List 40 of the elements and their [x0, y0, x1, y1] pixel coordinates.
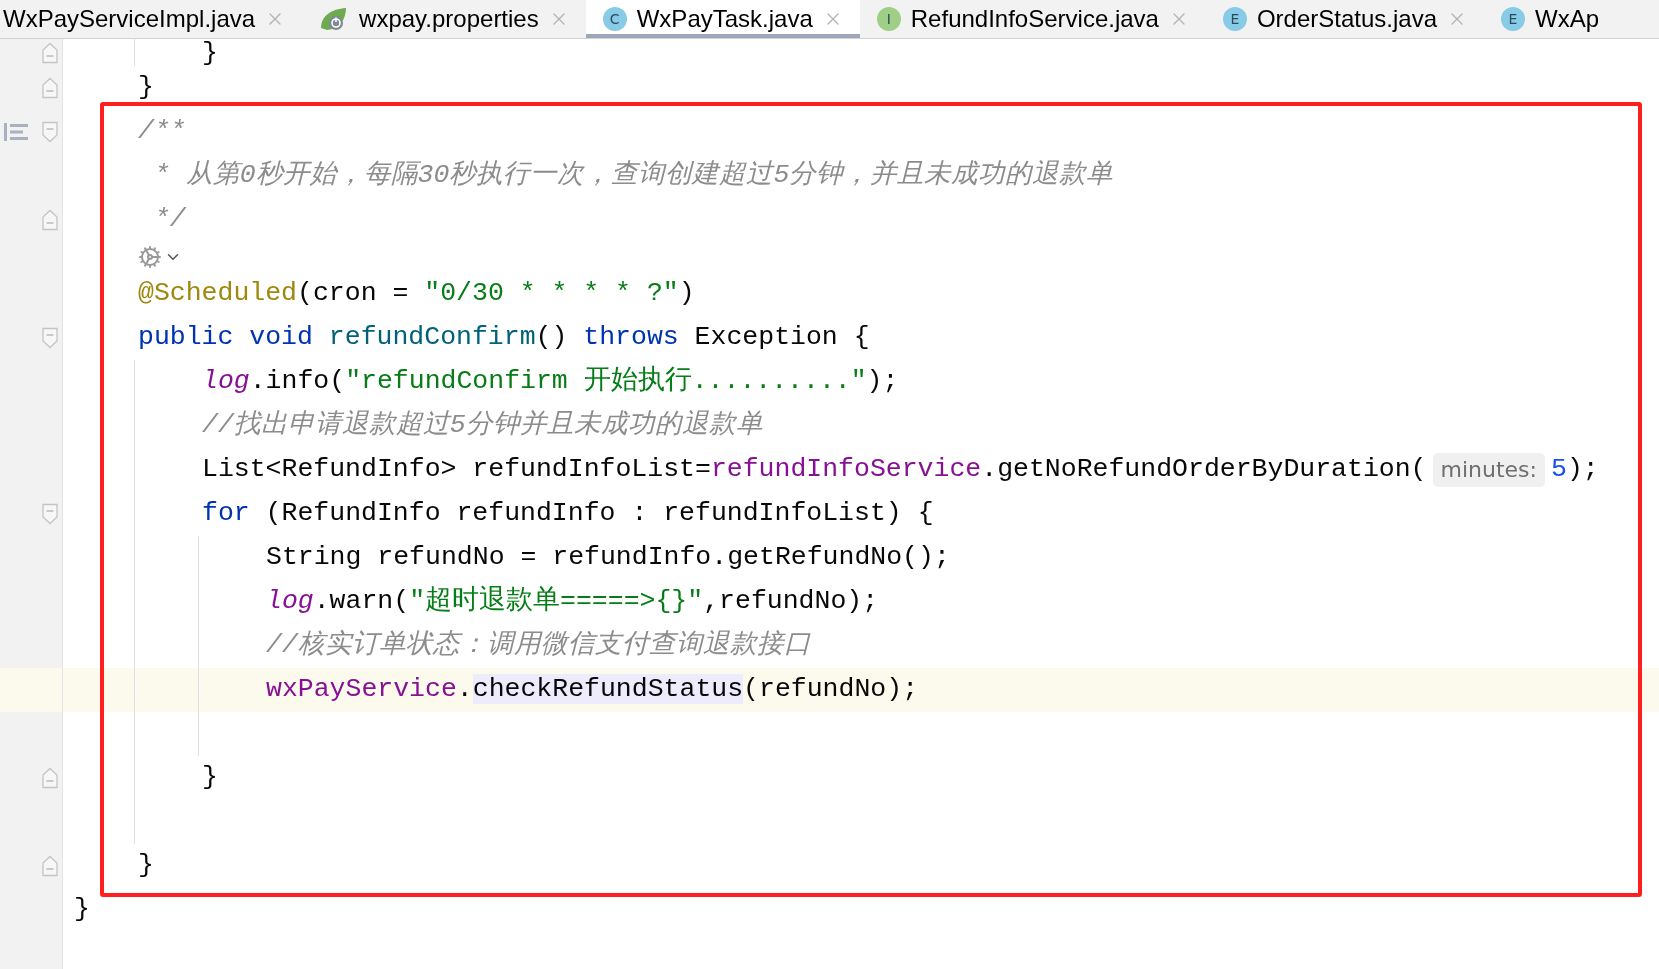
fold-marker-icon[interactable]: [41, 121, 59, 143]
code-line: }: [138, 71, 154, 105]
code-line: */: [152, 203, 186, 237]
code-line: log.warn("超时退款单=====>{}",refundNo);: [266, 584, 879, 619]
editor-tab[interactable]: wxpay.properties: [302, 0, 586, 38]
fold-marker-icon[interactable]: [41, 209, 59, 231]
editor-tab[interactable]: E OrderStatus.java: [1205, 0, 1485, 38]
code-line: * 从第0秒开始，每隔30秒执行一次，查询创建超过5分钟，并且未成功的退款单: [152, 159, 1114, 193]
lines-icon[interactable]: [4, 122, 28, 142]
fold-marker-icon[interactable]: [41, 77, 59, 99]
code-line: public void refundConfirm() throws Exception {: [138, 321, 870, 355]
code-line: for (RefundInfo refundInfo : refundInfoList) {: [202, 497, 934, 531]
fold-marker-icon[interactable]: [41, 503, 59, 525]
class-icon: C: [602, 7, 627, 31]
fold-marker-icon[interactable]: [41, 327, 59, 349]
fold-marker-icon[interactable]: [41, 767, 59, 789]
code-line: //找出申请退款超过5分钟并且未成功的退款单: [202, 409, 763, 443]
code-line: @Scheduled(cron = "0/30 * * * * ?"): [138, 277, 695, 311]
class-icon: E: [1501, 7, 1526, 31]
code-line: }: [202, 39, 218, 66]
editor-tab[interactable]: C WxPayTask.java: [585, 0, 860, 38]
parameter-hint: minutes:: [1432, 453, 1545, 487]
code-line: 5);: [1551, 453, 1599, 487]
code-line: }: [74, 893, 90, 927]
editor-tab[interactable]: I RefundInfoService.java: [859, 0, 1206, 38]
editor-tab[interactable]: WxPayServiceImpl.java: [0, 0, 303, 38]
code-line: List<RefundInfo> refundInfoList=refundInfoService.getNoRefundOrderByDuration(: [202, 453, 1427, 487]
code-line: }: [138, 849, 154, 883]
class-icon: I: [876, 7, 901, 31]
gutter: [0, 932, 63, 969]
fold-marker-icon[interactable]: [41, 855, 59, 877]
fold-marker-icon[interactable]: [41, 41, 59, 64]
code-line: }: [202, 761, 218, 795]
code-line: log.info("refundConfirm 开始执行..........");: [202, 364, 899, 399]
class-icon: E: [1222, 7, 1247, 31]
code-line: wxPayService.checkRefundStatus(refundNo);: [266, 673, 919, 707]
code-line: //核实订单状态：调用微信支付查询退款接口: [266, 628, 811, 663]
code-line: /**: [138, 115, 186, 149]
editor-tab[interactable]: E WxAp: [1484, 0, 1617, 38]
code-line: String refundNo = refundInfo.getRefundNo();: [266, 541, 950, 575]
